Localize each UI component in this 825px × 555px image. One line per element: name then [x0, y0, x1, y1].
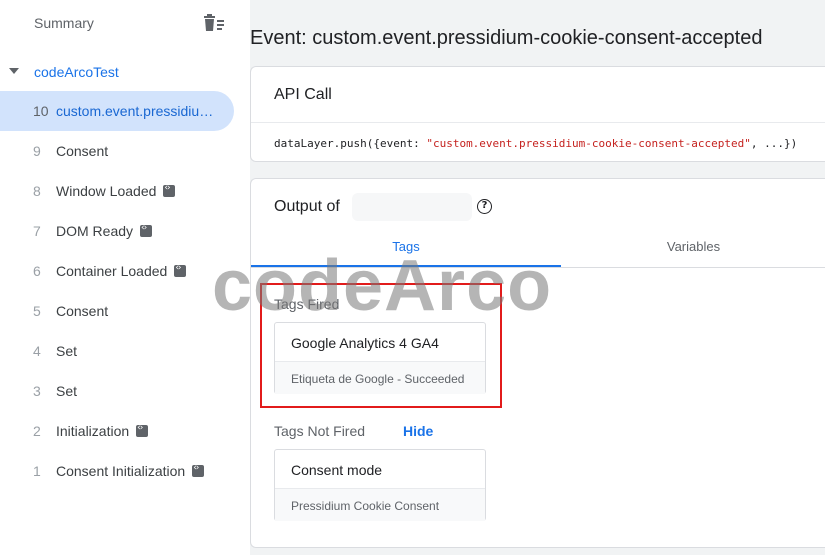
event-name: Consent Initialization [56, 463, 205, 479]
event-item-3[interactable]: 3 Set [0, 371, 234, 411]
event-name: Set [56, 343, 77, 359]
event-name: Set [56, 383, 77, 399]
page-title: Event: custom.event.pressidium-cookie-co… [250, 27, 763, 49]
event-item-4[interactable]: 4 Set [0, 331, 234, 371]
tab-variables[interactable]: Variables [561, 239, 825, 267]
api-call-code: dataLayer.push({event: "custom.event.pre… [274, 137, 797, 150]
event-item-1[interactable]: 1 Consent Initialization [0, 451, 234, 491]
code-brackets-icon [140, 223, 153, 237]
event-name-text: Container Loaded [56, 263, 168, 279]
event-name: Consent [56, 303, 108, 319]
event-name-text: Consent Initialization [56, 463, 186, 479]
event-item-8[interactable]: 8 Window Loaded [0, 171, 234, 211]
redacted-container-id [352, 193, 472, 221]
event-name-text: Consent [56, 303, 109, 319]
event-item-2[interactable]: 2 Initialization [0, 411, 234, 451]
tag-name: Consent mode [291, 462, 383, 478]
event-item-7[interactable]: 7 DOM Ready [0, 211, 234, 251]
hide-link[interactable]: Hide [403, 423, 433, 439]
event-item-9[interactable]: 9 Consent [0, 131, 234, 171]
code-brackets-icon [136, 423, 149, 437]
tag-card-not-fired[interactable]: Consent mode Pressidium Cookie Consent [274, 449, 486, 521]
tag-footer: Pressidium Cookie Consent [275, 488, 485, 521]
code-brackets-icon [163, 183, 176, 197]
event-name: Initialization [56, 423, 149, 439]
event-number: 8 [33, 183, 41, 199]
event-item-10[interactable]: 10 custom.event.pressidium-cookie-consen… [0, 91, 234, 131]
output-card: Output of ? Tags Variables Tags Fired Go… [250, 178, 825, 548]
main-panel: Event: custom.event.pressidium-cookie-co… [250, 0, 825, 555]
event-name-text: Window Loaded [56, 183, 157, 199]
code-string: "custom.event.pressidium-cookie-consent-… [426, 137, 751, 150]
event-name-text: Initialization [56, 423, 130, 439]
event-name-text: Set [56, 383, 78, 399]
event-name: Container Loaded [56, 263, 187, 279]
event-number: 7 [33, 223, 41, 239]
event-name: Consent [56, 143, 108, 159]
event-number: 9 [33, 143, 41, 159]
event-number: 10 [33, 103, 49, 119]
event-number: 1 [33, 463, 41, 479]
event-number: 2 [33, 423, 41, 439]
event-name-text: DOM Ready [56, 223, 134, 239]
tab-tags[interactable]: Tags [251, 239, 561, 267]
event-name: Window Loaded [56, 183, 176, 199]
help-circle-icon[interactable]: ? [477, 199, 492, 214]
tag-status: Pressidium Cookie Consent [291, 499, 440, 513]
code-brackets-icon [192, 463, 205, 477]
tabs-divider [251, 267, 825, 268]
tags-not-fired-label: Tags Not Fired [274, 423, 366, 439]
caret-down-icon[interactable] [9, 68, 19, 74]
divider [251, 122, 825, 123]
event-item-5[interactable]: 5 Consent [0, 291, 234, 331]
event-number: 5 [33, 303, 41, 319]
sidebar: Summary codeArcoTest 10 custom.event.pre… [0, 0, 250, 555]
event-name-text: Consent [56, 143, 109, 159]
event-number: 6 [33, 263, 41, 279]
api-call-card: API Call dataLayer.push({event: "custom.… [250, 66, 825, 162]
event-name: custom.event.pressidium-cookie-consent-a… [56, 103, 220, 119]
summary-item[interactable]: Summary [0, 0, 250, 46]
trash-list-icon[interactable] [203, 14, 225, 32]
output-title: Output of [274, 198, 340, 215]
event-name-text: Set [56, 343, 78, 359]
summary-label: Summary [34, 15, 94, 31]
container-item[interactable]: codeArcoTest [0, 58, 250, 86]
container-label: codeArcoTest [34, 64, 119, 80]
event-item-6[interactable]: 6 Container Loaded [0, 251, 234, 291]
code-brackets-icon [174, 263, 187, 277]
api-call-title: API Call [274, 86, 332, 103]
event-name: DOM Ready [56, 223, 153, 239]
event-number: 4 [33, 343, 41, 359]
code-suffix: , ...}) [750, 137, 798, 150]
highlight-annotation [260, 283, 502, 408]
code-prefix: dataLayer.push({event: [274, 137, 427, 150]
event-number: 3 [33, 383, 41, 399]
